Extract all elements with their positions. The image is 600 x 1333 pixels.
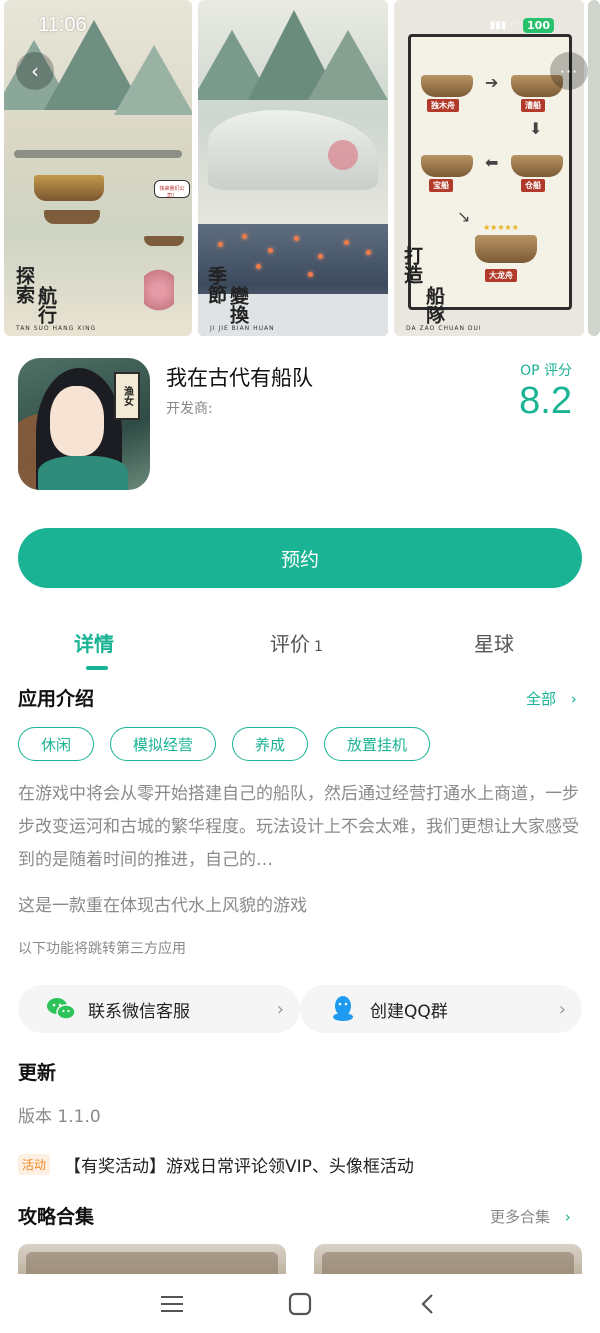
chevron-right-icon: › (558, 998, 566, 1020)
shot2-title-col1: 季節 (205, 266, 227, 304)
create-qq-group-button[interactable]: 创建QQ群 › (300, 985, 582, 1033)
boat-label: 宝船 (429, 179, 453, 192)
more-options-button[interactable]: ··· (550, 52, 588, 90)
status-time: 11:06 (38, 14, 87, 36)
boat-label: 大龙舟 (485, 269, 517, 282)
shot3-title-col2: 船隊 (423, 286, 445, 324)
score-label: OP 评分 (520, 363, 572, 379)
chevron-right-icon: › (564, 1208, 571, 1226)
tag-item[interactable]: 休闲 (18, 727, 95, 761)
app-description[interactable]: 在游戏中将会从零开始搭建自己的船队，然后通过经营打通水上商道，一步步改变运河和古… (18, 778, 584, 877)
chevron-right-icon: › (276, 998, 284, 1020)
home-icon (288, 1292, 312, 1316)
activity-badge: 活动 (18, 1154, 51, 1175)
intro-all-link[interactable]: 全部 › (526, 688, 577, 709)
nav-back-button[interactable] (408, 1284, 448, 1324)
tab-label: 星球 (474, 632, 514, 656)
reserve-button[interactable]: 预约 (18, 528, 582, 588)
tag-item[interactable]: 养成 (232, 727, 309, 761)
boat-label: 仓船 (521, 179, 545, 192)
developer-label: 开发商: (166, 401, 213, 417)
activity-row[interactable]: 活动 【有奖活动】游戏日常评论领VIP、头像框活动 (18, 1152, 414, 1177)
gallery-screenshot-2[interactable]: 季節 變換 JI JIE BIAN HUAN (198, 0, 388, 336)
back-button[interactable]: ‹ (16, 52, 54, 90)
shot1-subtitle: TAN SUO HANG XING (16, 325, 97, 332)
app-title: 我在古代有船队 (166, 366, 313, 390)
tag-list: 休闲 模拟经营 养成 放置挂机 (18, 727, 431, 761)
review-count: 1 (314, 639, 323, 655)
system-nav-bar (0, 1274, 600, 1333)
app-tagline: 这是一款重在体现古代水上风貌的游戏 (18, 896, 307, 916)
tab-details[interactable]: 详情 (74, 628, 114, 657)
shot2-title-col2: 變換 (227, 286, 249, 324)
home-button[interactable] (280, 1284, 320, 1324)
screenshot-gallery[interactable]: 快来我们公司！ 探索 航行 TAN SUO HANG XING 季節 變換 JI… (0, 0, 600, 336)
tab-bar: 详情 评价 1 星球 (0, 618, 600, 674)
gallery-screenshot-3[interactable]: 独木舟 ➔ 漕船 ⬇ 仓船 ⬅ 宝船 ↘ ★★★★★ 大龙舟 打造 船隊 DA … (394, 0, 584, 336)
guide-card[interactable] (314, 1244, 582, 1274)
qq-icon (328, 994, 358, 1024)
menu-icon (161, 1296, 183, 1312)
signal-icon: ▮▮▮ (489, 20, 507, 31)
boat-label: 漕船 (521, 99, 545, 112)
ship-upgrade-panel: 独木舟 ➔ 漕船 ⬇ 仓船 ⬅ 宝船 ↘ ★★★★★ 大龙舟 (408, 34, 572, 310)
tab-label: 详情 (74, 632, 114, 656)
intro-title: 应用介绍 (18, 688, 95, 710)
tag-item[interactable]: 模拟经营 (110, 727, 217, 761)
shot3-subtitle: DA ZAO CHUAN DUI (406, 325, 482, 332)
guides-title: 攻略合集 (18, 1206, 95, 1228)
tab-reviews[interactable]: 评价 1 (270, 628, 323, 657)
more-guides-label: 更多合集 (490, 1208, 551, 1226)
chevron-left-icon: ‹ (31, 59, 39, 83)
tab-label: 评价 (270, 632, 310, 656)
more-icon: ··· (559, 61, 579, 81)
guide-card[interactable] (18, 1244, 286, 1274)
update-title: 更新 (18, 1062, 57, 1084)
gallery-screenshot-1[interactable]: 快来我们公司！ 探索 航行 TAN SUO HANG XING (4, 0, 192, 336)
third-party-note: 以下功能将跳转第三方应用 (18, 941, 186, 957)
contact-label: 创建QQ群 (370, 1001, 448, 1022)
shot2-subtitle: JI JIE BIAN HUAN (210, 325, 275, 332)
contact-wechat-button[interactable]: 联系微信客服 › (18, 985, 300, 1033)
app-icon-badge: 渔女 (114, 372, 140, 420)
version-label: 版本 1.1.0 (18, 1107, 101, 1127)
battery-indicator: 100 (523, 18, 554, 33)
shot1-title-col2: 航行 (35, 286, 57, 324)
wechat-icon (46, 994, 76, 1024)
tag-item[interactable]: 放置挂机 (324, 727, 431, 761)
tab-indicator (86, 666, 108, 670)
wifi-icon: ◠ (510, 20, 520, 31)
app-header: 渔女 我在古代有船队 开发商: OP 评分 8.2 (0, 336, 600, 506)
recents-button[interactable] (152, 1284, 192, 1324)
chevron-right-icon: › (570, 690, 577, 708)
all-label: 全部 (526, 690, 557, 708)
more-guides-link[interactable]: 更多合集 › (490, 1206, 571, 1227)
activity-text: 【有奖活动】游戏日常评论领VIP、头像框活动 (64, 1157, 414, 1177)
boat-label: 独木舟 (427, 99, 459, 112)
contact-label: 联系微信客服 (88, 1001, 190, 1022)
shot1-title-col1: 探索 (13, 266, 35, 304)
shot3-title-col1: 打造 (401, 246, 423, 284)
speech-bubble: 快来我们公司！ (154, 180, 190, 199)
back-icon (421, 1294, 433, 1314)
tab-planet[interactable]: 星球 (474, 628, 514, 657)
status-icons: ▮▮▮ ◠ 100 (490, 18, 554, 33)
score-value: 8.2 (519, 380, 572, 422)
gallery-screenshot-4[interactable] (588, 0, 600, 336)
app-icon: 渔女 (18, 358, 150, 490)
